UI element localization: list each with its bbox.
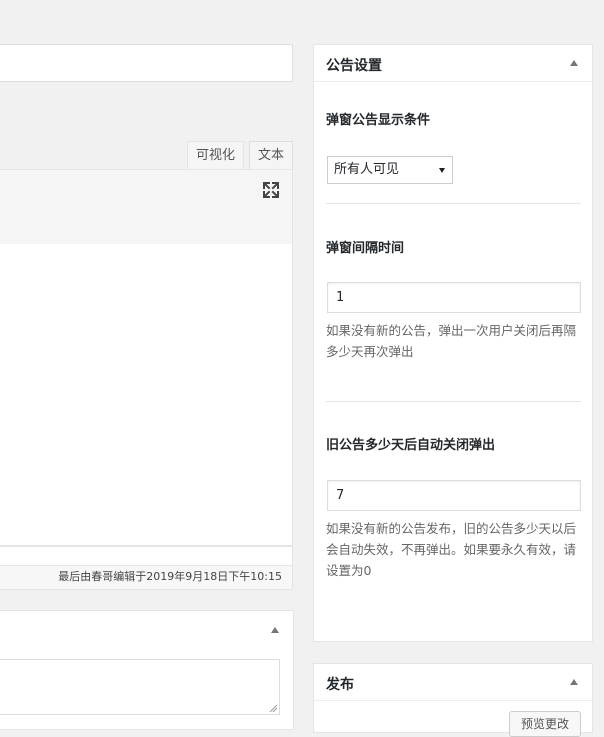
condition-select-value: 所有人可见 (334, 162, 400, 177)
last-edited-text: 最后由春哥编辑于2019年9月18日下午10:15 (0, 566, 293, 590)
tab-visual[interactable]: 可视化 (187, 141, 245, 169)
interval-help-text: 如果没有新的公告，弹出一次用户关闭后再隔多少天再次弹出 (326, 323, 577, 359)
divider (326, 203, 581, 204)
tab-text[interactable]: 文本 (249, 141, 294, 169)
interval-input-value: 1 (336, 290, 345, 305)
post-title-input[interactable] (0, 44, 293, 82)
expire-label: 旧公告多少天后自动关闭弹出 (326, 438, 496, 453)
interval-input[interactable]: 1 (327, 282, 581, 313)
publish-box-title: 发布 (326, 677, 354, 693)
publish-box-header[interactable]: 发布 (314, 664, 592, 701)
preview-changes-button[interactable]: 预览更改 (509, 711, 581, 737)
collapse-toggle-icon[interactable] (570, 679, 578, 685)
settings-box-header[interactable]: 公告设置 (314, 45, 592, 82)
editor-toolbar (0, 169, 293, 245)
expire-help-text: 如果没有新的公告发布，旧的公告多少天以后会自动失效，不再弹出。如果要永久有效，请… (326, 521, 577, 578)
lower-textarea[interactable] (0, 659, 280, 715)
interval-label: 弹窗间隔时间 (326, 241, 405, 256)
resize-handle-icon[interactable] (269, 704, 277, 712)
editor-status-bar (0, 546, 293, 566)
dropdown-arrow-icon (439, 168, 445, 173)
expire-input-value: 7 (336, 488, 345, 503)
divider (326, 401, 581, 402)
fullscreen-icon[interactable] (262, 181, 280, 199)
announcement-settings-box: 公告设置 弹窗公告显示条件 所有人可见 弹窗间隔时间 1 如果没有新的公告，弹出… (313, 44, 593, 642)
editor-content-area[interactable] (0, 244, 293, 546)
publish-box: 发布 预览更改 (313, 663, 593, 737)
collapse-toggle-icon[interactable] (570, 60, 578, 66)
expire-input[interactable]: 7 (327, 480, 581, 511)
collapse-toggle-icon[interactable] (271, 627, 279, 633)
tab-text-label: 文本 (258, 148, 285, 163)
tab-visual-label: 可视化 (196, 148, 236, 163)
settings-box-title: 公告设置 (326, 58, 382, 74)
condition-label: 弹窗公告显示条件 (326, 113, 431, 128)
condition-select[interactable]: 所有人可见 (327, 156, 453, 184)
